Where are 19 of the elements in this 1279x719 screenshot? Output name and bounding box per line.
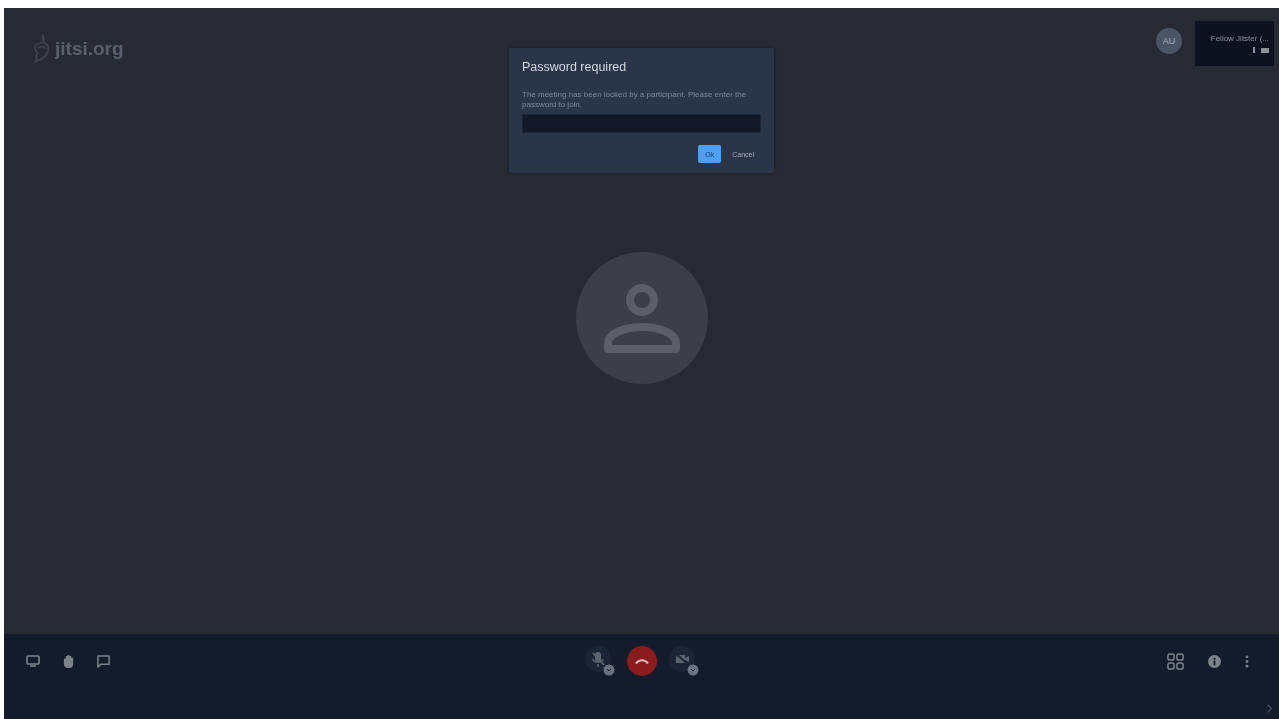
avatar-silhouette-icon: [575, 252, 708, 384]
camera-off-button[interactable]: [668, 646, 699, 676]
status-icons: [1253, 47, 1269, 53]
hang-up-button[interactable]: [626, 646, 657, 676]
logo-text: jitsi.org: [55, 38, 124, 60]
participant-thumbnail[interactable]: Fellow Jitster (...: [1195, 21, 1274, 66]
muted-microphone-button[interactable]: [584, 646, 615, 676]
info-icon[interactable]: [1208, 654, 1221, 668]
participant-name: Fellow Jitster (...: [1210, 34, 1269, 43]
swirl-logo-icon: [32, 34, 52, 64]
chat-icon[interactable]: [97, 654, 110, 668]
dialog-message: The meeting has been locked by a participant. Please enter the password to join.: [522, 90, 748, 110]
screen-share-icon[interactable]: [26, 655, 40, 667]
raise-hand-icon[interactable]: [62, 653, 75, 669]
more-options-icon[interactable]: [1245, 654, 1249, 668]
avatar: AU: [1156, 28, 1182, 54]
password-field[interactable]: [522, 114, 761, 133]
tile-view-icon[interactable]: [1167, 652, 1184, 670]
dialog-title: Password required: [522, 60, 628, 74]
